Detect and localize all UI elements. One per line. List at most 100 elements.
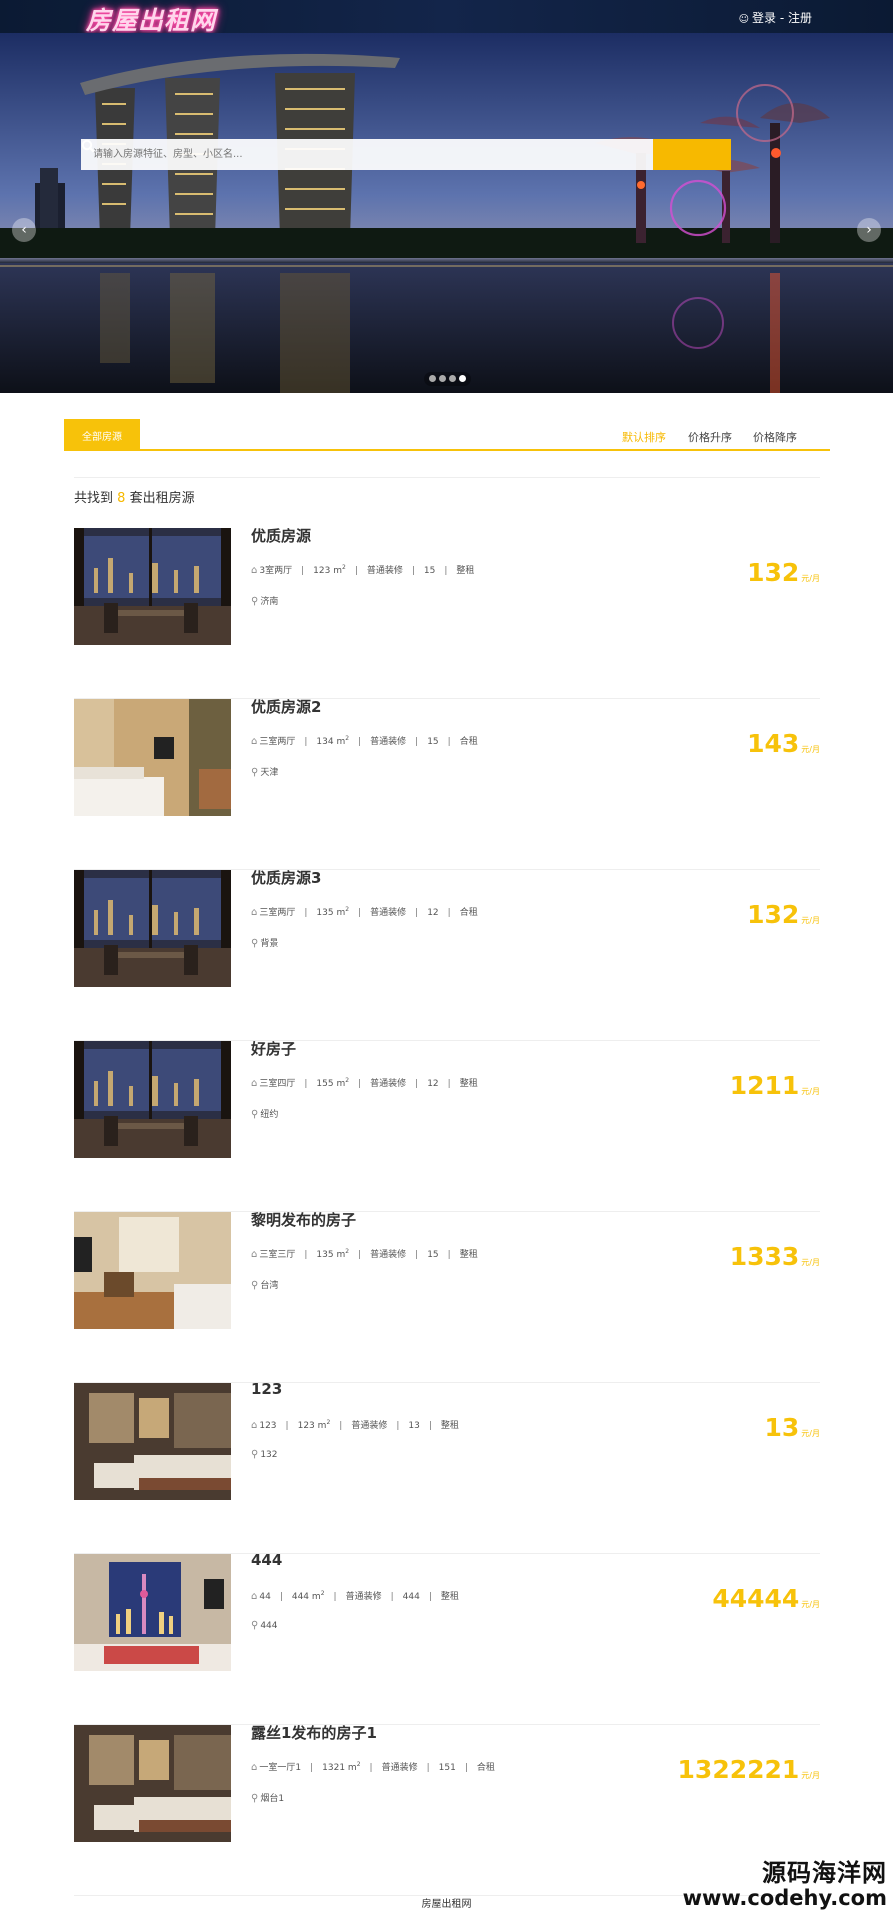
listing-title[interactable]: 优质房源2 [251,696,321,717]
listing-area: 134 [316,737,334,747]
listing-meta: ⌂ 123 | 123 m2 | 普通装修 | 13 | 整租 [251,1419,459,1431]
carousel-prev-button[interactable]: ‹ [12,218,36,242]
listing-photo[interactable] [74,870,231,987]
area-sup: 2 [345,1077,350,1084]
listing-title[interactable]: 露丝1发布的房子1 [251,1722,377,1743]
listing-item[interactable]: 优质房源3 ⌂ 三室两厅 | 135 m2 | 普通装修 | 12 | 合租 ⚲ 背景 132 元/月 [74,867,820,1041]
listing-price: 44444 元/月 [712,1584,820,1613]
listing-floor: 15 [423,566,436,576]
listing-item[interactable]: 123 ⌂ 123 | 123 m2 | 普通装修 | 13 | 整租 ⚲ 132 13 元/月 [74,1380,821,1554]
listing-price: 13 元/月 [765,1413,821,1442]
listing-price: 1322221 元/月 [678,1755,820,1784]
price-unit: 元/月 [801,1087,820,1096]
home-icon: ⌂ [251,1591,258,1602]
carousel-dot[interactable] [449,375,456,382]
listing-rent-type: 合租 [459,908,478,918]
area-sup: 2 [345,735,350,742]
area-unit: m [336,1250,346,1260]
search-button[interactable] [81,139,731,170]
area-sup: 2 [356,1761,361,1768]
listing-meta: ⌂ 三室两厅 | 135 m2 | 普通装修 | 12 | 合租 [251,906,478,918]
tab-all-listings[interactable]: 全部房源 [64,419,140,451]
price-value: 1211 [729,1071,800,1100]
listing-item[interactable]: 优质房源2 ⌂ 三室两厅 | 134 m2 | 普通装修 | 15 | 合租 ⚲ 天津 143 元/月 [74,696,820,870]
listing-meta: ⌂ 三室三厅 | 135 m2 | 普通装修 | 15 | 整租 [251,1248,478,1260]
area-unit: m [336,737,346,747]
results-suffix: 套出租房源 [129,491,195,506]
results-prefix: 共找到 [74,491,114,506]
listing-decoration: 普通装修 [370,737,407,747]
listing-title[interactable]: 444 [251,1551,282,1569]
home-icon: ⌂ [251,1420,258,1431]
listing-floor: 12 [427,908,439,918]
listing-area: 123 [313,566,331,576]
price-value: 132 [747,900,800,929]
listing-area: 444 [291,1592,310,1602]
price-unit: 元/月 [801,574,820,583]
area-sup: 2 [345,1248,350,1255]
sort-default[interactable]: 默认排序 [622,429,666,445]
listing-photo[interactable] [74,1554,231,1671]
carousel-indicators [424,372,471,386]
listing-location: ⚲ 纽约 [251,1107,278,1120]
auth-links: ☺ 登录 - 注册 [739,9,812,26]
listing-title[interactable]: 好房子 [251,1038,296,1059]
area-sup: 2 [320,1590,325,1597]
carousel-dot[interactable] [429,375,436,382]
listing-photo[interactable] [74,699,231,816]
area-sup: 2 [341,564,346,571]
listing-floor: 12 [427,1079,439,1089]
listing-decoration: 普通装修 [370,1079,407,1089]
listing-location-text: 背景 [260,939,279,949]
listing-decoration: 普通装修 [351,1421,388,1431]
listing-item[interactable]: 好房子 ⌂ 三室四厅 | 155 m2 | 普通装修 | 12 | 整租 ⚲ 纽约 1211 元/月 [74,1038,820,1212]
listing-title[interactable]: 优质房源3 [251,867,321,888]
carousel-dot-active[interactable] [459,375,466,382]
search-icon [81,139,95,153]
listing-floor: 15 [427,1250,439,1260]
sort-price-asc[interactable]: 价格升序 [688,429,732,445]
listing-layout: 123 [259,1421,277,1431]
home-icon: ⌂ [251,1249,258,1260]
listing-item[interactable]: 444 ⌂ 44 | 444 m2 | 普通装修 | 444 | 整租 ⚲ 444 44444 元/月 [74,1551,820,1725]
login-link[interactable]: 登录 [752,11,776,25]
listing-item[interactable]: 黎明发布的房子 ⌂ 三室三厅 | 135 m2 | 普通装修 | 15 | 整租 ⚲ 台湾 1333… [74,1209,820,1383]
listing-location-text: 烟台1 [260,1794,285,1804]
listing-area: 155 [316,1079,334,1089]
sort-price-desc[interactable]: 价格降序 [753,429,797,445]
home-icon: ⌂ [251,1762,258,1773]
listing-photo[interactable] [74,1383,231,1500]
register-link[interactable]: 注册 [788,11,812,25]
listing-photo[interactable] [74,1041,231,1158]
carousel-dot[interactable] [439,375,446,382]
listing-item[interactable]: 优质房源 ⌂ 3室两厅 | 123 m2 | 普通装修 | 15 | 整租 ⚲ 济南 132 元/月 [74,525,820,699]
location-pin-icon: ⚲ [251,1280,259,1291]
listing-title[interactable]: 优质房源 [251,525,311,546]
banner-carousel: ‹ › [0,33,893,393]
listing-floor: 13 [408,1421,420,1431]
listing-meta: ⌂ 44 | 444 m2 | 普通装修 | 444 | 整租 [251,1590,459,1602]
listing-meta: ⌂ 三室四厅 | 155 m2 | 普通装修 | 12 | 整租 [251,1077,478,1089]
top-bar: 房屋出租网 ☺ 登录 - 注册 [0,0,893,35]
carousel-next-button[interactable]: › [857,218,881,242]
listing-area: 1321 [322,1763,346,1773]
listing-photo[interactable] [74,528,231,645]
price-value: 13 [764,1413,800,1442]
site-logo[interactable]: 房屋出租网 [86,1,216,37]
watermark-line1: 源码海洋网 [762,1859,887,1887]
listing-rent-type: 整租 [440,1421,459,1431]
listing-price: 1211 元/月 [730,1071,820,1100]
search-input[interactable] [81,139,653,170]
listing-title[interactable]: 黎明发布的房子 [251,1209,356,1230]
listing-location-text: 台湾 [260,1281,279,1291]
listing-location-text: 纽约 [260,1110,279,1120]
location-pin-icon: ⚲ [251,938,259,949]
watermark: 源码海洋网 www.codehy.com [683,1860,887,1910]
listing-floor: 15 [427,737,439,747]
area-unit: m [336,1079,346,1089]
listing-title[interactable]: 123 [251,1380,282,1398]
listing-photo[interactable] [74,1725,231,1842]
listing-location: ⚲ 烟台1 [251,1791,284,1804]
listing-rent-type: 合租 [476,1763,495,1773]
listing-photo[interactable] [74,1212,231,1329]
